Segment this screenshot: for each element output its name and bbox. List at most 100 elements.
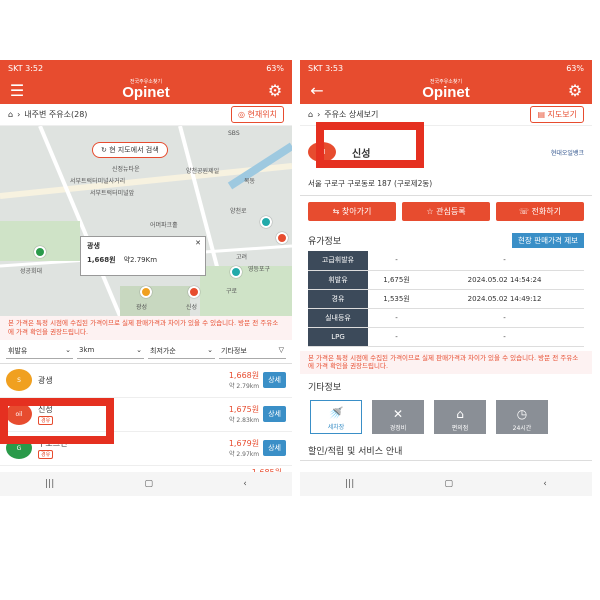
navigate-button[interactable]: ⇆ 찾아가기 xyxy=(308,202,396,221)
report-price-button[interactable]: 현장 판매가격 제보 xyxy=(512,233,584,248)
clock-icon: ◷ xyxy=(516,407,528,422)
location-icon: ◎ xyxy=(238,110,245,119)
fuel-label: 휘발유 xyxy=(308,270,368,290)
app-bar: ☰ 전국주유소찾기 Opinet ⚙ xyxy=(0,76,292,104)
app-logo: 전국주유소찾기 Opinet xyxy=(122,80,170,101)
station-address: 서울 구로구 구로동로 187 (구로제2동) xyxy=(308,179,433,188)
station-pin[interactable] xyxy=(188,286,200,298)
menu-icon[interactable]: ☰ xyxy=(8,81,26,100)
recent-apps-icon[interactable]: ||| xyxy=(45,479,54,489)
settings-icon[interactable]: ⚙ xyxy=(566,81,584,100)
fuel-label: 경유 xyxy=(308,289,368,309)
station-distance: 약 2.83km xyxy=(229,417,260,425)
table-row: 고급휘발유 - - xyxy=(308,251,584,271)
fuel-label: 실내등유 xyxy=(308,308,368,328)
settings-icon[interactable]: ⚙ xyxy=(266,81,284,100)
price-time: - xyxy=(425,327,584,347)
convenience-store-feature: ⌂ 편의점 xyxy=(434,400,486,435)
other-info-label: 기타정보 xyxy=(221,346,247,355)
home-icon[interactable]: ⌂ xyxy=(308,110,313,119)
status-bar: SKT 3:52 63% xyxy=(0,60,292,76)
detail-button[interactable]: 상세 xyxy=(263,440,286,457)
fuel-label: 고급휘발유 xyxy=(308,251,368,271)
radius-select[interactable]: 3km ⌄ xyxy=(77,344,144,359)
station-pin[interactable] xyxy=(34,246,46,258)
map-label: 신성 xyxy=(186,304,198,311)
station-price: 1,679원 xyxy=(228,439,260,449)
home-button-icon[interactable]: ▢ xyxy=(444,479,453,489)
map-view-button[interactable]: ▤ 지도보기 xyxy=(530,106,584,123)
map-label: 목동 xyxy=(244,178,256,185)
table-row: 휘발유 1,675원 2024.05.02 14:54:24 xyxy=(308,270,584,290)
station-pin[interactable] xyxy=(230,266,242,278)
map-view-label: 지도보기 xyxy=(547,110,577,119)
map-view[interactable]: ↻ 현 지도에서 검색 SBS 신정뉴타운 양천공원제일 서부트럭터미널사거리 … xyxy=(0,126,292,316)
brand-logo-icon: S xyxy=(6,369,32,392)
recent-apps-icon[interactable]: ||| xyxy=(345,479,354,489)
discount-section-header: 할인/적립 및 서비스 안내 xyxy=(300,438,592,462)
feature-label: 경정비 xyxy=(389,425,407,433)
android-nav-bar: ||| ▢ ‹ xyxy=(300,472,592,496)
fuel-price: 1,675원 xyxy=(368,270,426,290)
detail-button[interactable]: 상세 xyxy=(263,406,286,423)
back-icon[interactable]: ‹ xyxy=(543,479,547,489)
filter-bar: 휘발유 ⌄ 3km ⌄ 최저가순 ⌄ 기타정보 ▽ xyxy=(0,340,292,364)
fuel-price: - xyxy=(368,308,426,328)
map-label: SBS xyxy=(228,130,240,137)
map-label: 영등포구 xyxy=(248,266,271,273)
back-icon[interactable]: ‹ xyxy=(243,479,247,489)
filter-icon: ▽ xyxy=(278,345,284,354)
detail-button[interactable]: 상세 xyxy=(263,372,286,389)
station-popup[interactable]: ✕ 광생 1,668원 약2.79Km xyxy=(80,236,206,276)
price-time: 2024.05.02 14:49:12 xyxy=(425,289,584,309)
highlight-box-detail xyxy=(316,122,424,168)
map-label: 서부트럭터미널앞 xyxy=(90,190,135,197)
home-button-icon[interactable]: ▢ xyxy=(144,479,153,489)
feature-label: 편의점 xyxy=(451,425,469,433)
price-section-header: 유가정보 현장 판매가격 제보 xyxy=(300,227,592,251)
current-location-button[interactable]: ◎ 현재위치 xyxy=(231,106,284,123)
map-label: 서부트럭터미널사거리 xyxy=(70,178,126,185)
station-name: 광생 xyxy=(38,375,53,385)
sort-select[interactable]: 최저가순 ⌄ xyxy=(148,344,215,359)
map-label: 성공회대 xyxy=(20,268,43,275)
popup-distance: 약2.79Km xyxy=(123,256,158,264)
station-pin[interactable] xyxy=(276,232,288,244)
favorite-label: 관심등록 xyxy=(436,207,466,216)
map-label: 구로 xyxy=(226,288,238,295)
price-notice: 본 가격은 특정 시점에 수집된 가격이므로 실제 판매가격과 차이가 있을 수… xyxy=(300,350,592,375)
etc-section-header: 기타정보 xyxy=(300,374,592,396)
refresh-icon: ↻ xyxy=(101,146,107,154)
table-row: 실내등유 - - xyxy=(308,308,584,328)
android-nav-bar: ||| ▢ ‹ xyxy=(0,472,292,496)
other-info-filter[interactable]: 기타정보 ▽ xyxy=(219,344,286,359)
back-arrow-icon[interactable]: ← xyxy=(308,81,326,100)
sort-select-value: 최저가순 xyxy=(150,346,176,355)
fuel-select[interactable]: 휘발유 ⌄ xyxy=(6,344,73,359)
action-bar: ⇆ 찾아가기 ☆ 관심등록 ☏ 전화하기 xyxy=(300,196,592,227)
chevron-down-icon: ⌄ xyxy=(65,345,71,354)
brand-name: 현대오일뱅크 xyxy=(550,149,584,157)
home-icon[interactable]: ⌂ xyxy=(8,110,13,119)
fuel-badge: 경유 xyxy=(38,449,54,459)
car-wash-icon: 🚿 xyxy=(328,406,344,421)
search-this-area-button[interactable]: ↻ 현 지도에서 검색 xyxy=(92,142,168,158)
price-time: - xyxy=(425,308,584,328)
status-time: SKT 3:53 xyxy=(308,63,344,73)
station-pin[interactable] xyxy=(140,286,152,298)
favorite-button[interactable]: ☆ 관심등록 xyxy=(402,202,490,221)
list-item[interactable]: S 광생 1,668원 약 2.79km 상세 xyxy=(0,364,292,398)
radius-select-value: 3km xyxy=(79,345,95,354)
close-icon[interactable]: ✕ xyxy=(195,239,201,247)
call-button[interactable]: ☏ 전화하기 xyxy=(496,202,584,221)
station-pin[interactable] xyxy=(260,216,272,228)
app-logo: 전국주유소찾기 Opinet xyxy=(422,80,470,101)
status-time: SKT 3:52 xyxy=(8,63,44,73)
car-wash-feature: 🚿 세차장 xyxy=(310,400,362,435)
price-time: - xyxy=(425,251,584,271)
chevron-right-icon: › xyxy=(317,110,321,119)
status-battery: 63% xyxy=(566,63,584,73)
store-icon: ⌂ xyxy=(456,407,464,422)
price-time: 2024.05.02 14:54:24 xyxy=(425,270,584,290)
feature-label: 세차장 xyxy=(327,424,345,432)
